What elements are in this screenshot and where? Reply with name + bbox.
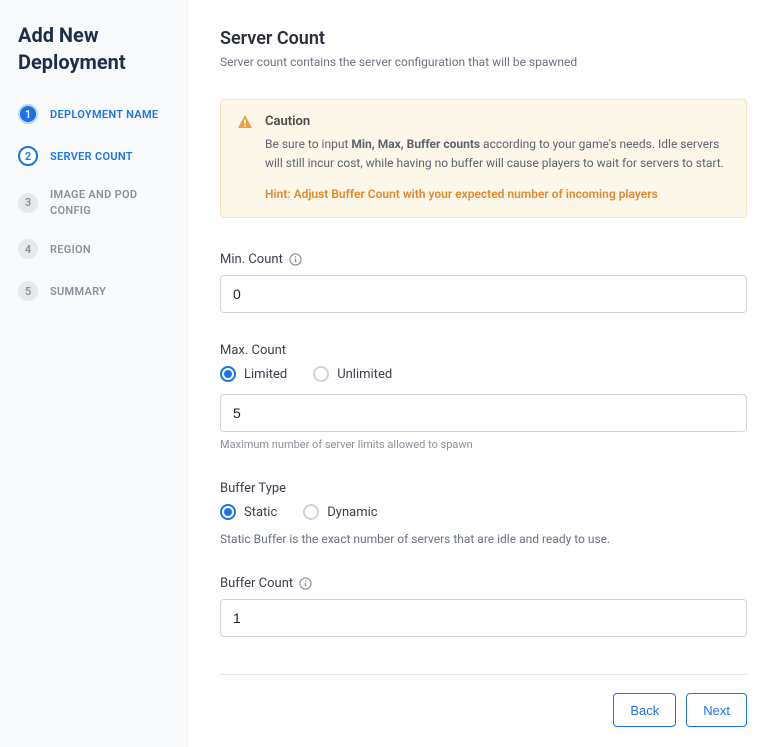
radio-circle [303, 504, 319, 520]
next-button[interactable]: Next [686, 693, 747, 727]
radio-label: Unlimited [337, 367, 392, 382]
buffer-count-input[interactable] [220, 599, 747, 637]
radio-dynamic[interactable]: Dynamic [303, 504, 377, 520]
step-label: DEPLOYMENT NAME [50, 108, 158, 121]
min-count-input[interactable] [220, 275, 747, 313]
step-number: 1 [18, 104, 38, 124]
step-label: REGION [50, 243, 91, 256]
app-root: Add New Deployment 1 DEPLOYMENT NAME 2 S… [0, 0, 767, 747]
caution-title: Caution [265, 114, 730, 129]
radio-label: Limited [244, 367, 287, 382]
info-icon[interactable] [299, 577, 312, 590]
radio-label: Dynamic [327, 505, 377, 520]
radio-circle [220, 504, 236, 520]
max-count-input[interactable] [220, 394, 747, 432]
step-number: 4 [18, 239, 38, 259]
radio-circle [313, 366, 329, 382]
radio-circle [220, 366, 236, 382]
min-count-label-row: Min. Count [220, 252, 747, 267]
warning-icon [237, 114, 253, 134]
wizard-footer: Back Next [220, 674, 747, 727]
page-title: Server Count [220, 28, 747, 49]
step-number: 5 [18, 281, 38, 301]
wizard-sidebar: Add New Deployment 1 DEPLOYMENT NAME 2 S… [0, 0, 188, 747]
step-deployment-name[interactable]: 1 DEPLOYMENT NAME [18, 104, 171, 124]
caution-body-a: Be sure to input [265, 137, 351, 151]
step-image-pod: 3 IMAGE AND POD CONFIG [18, 188, 171, 217]
radio-label: Static [244, 505, 277, 520]
buffer-type-radio-group: Static Dynamic [220, 504, 747, 520]
step-number: 2 [18, 146, 38, 166]
step-server-count[interactable]: 2 SERVER COUNT [18, 146, 171, 166]
radio-unlimited[interactable]: Unlimited [313, 366, 392, 382]
step-label: SERVER COUNT [50, 150, 133, 163]
buffer-type-label: Buffer Type [220, 481, 286, 496]
max-count-radio-group: Limited Unlimited [220, 366, 747, 382]
step-label-line1: IMAGE AND POD [50, 188, 137, 201]
step-region: 4 REGION [18, 239, 171, 259]
step-label: SUMMARY [50, 285, 106, 298]
caution-body-bold: Min, Max, Buffer counts [351, 137, 480, 151]
buffer-count-label: Buffer Count [220, 576, 293, 591]
buffer-count-label-row: Buffer Count [220, 576, 747, 591]
radio-static[interactable]: Static [220, 504, 277, 520]
step-summary: 5 SUMMARY [18, 281, 171, 301]
back-button[interactable]: Back [613, 693, 676, 727]
radio-limited[interactable]: Limited [220, 366, 287, 382]
field-min-count: Min. Count [220, 252, 747, 313]
info-icon[interactable] [289, 253, 302, 266]
main-panel: Server Count Server count contains the s… [188, 0, 767, 747]
step-label-line2: CONFIG [50, 204, 137, 217]
page-subtitle: Server count contains the server configu… [220, 55, 747, 69]
max-count-helper: Maximum number of server limits allowed … [220, 438, 747, 451]
caution-box: Caution Be sure to input Min, Max, Buffe… [220, 99, 747, 218]
field-buffer-type: Buffer Type Static Dynamic Static Buffer… [220, 481, 747, 546]
min-count-label: Min. Count [220, 252, 283, 267]
field-buffer-count: Buffer Count [220, 576, 747, 637]
sidebar-title: Add New Deployment [18, 22, 171, 76]
max-count-label: Max. Count [220, 343, 286, 358]
buffer-type-desc: Static Buffer is the exact number of ser… [220, 532, 747, 546]
wizard-steps: 1 DEPLOYMENT NAME 2 SERVER COUNT 3 IMAGE… [18, 104, 171, 301]
step-number: 3 [18, 193, 38, 213]
caution-body: Be sure to input Min, Max, Buffer counts… [265, 135, 730, 173]
caution-hint: Hint: Adjust Buffer Count with your expe… [265, 187, 730, 201]
field-max-count: Max. Count Limited Unlimited Maximum num… [220, 343, 747, 451]
